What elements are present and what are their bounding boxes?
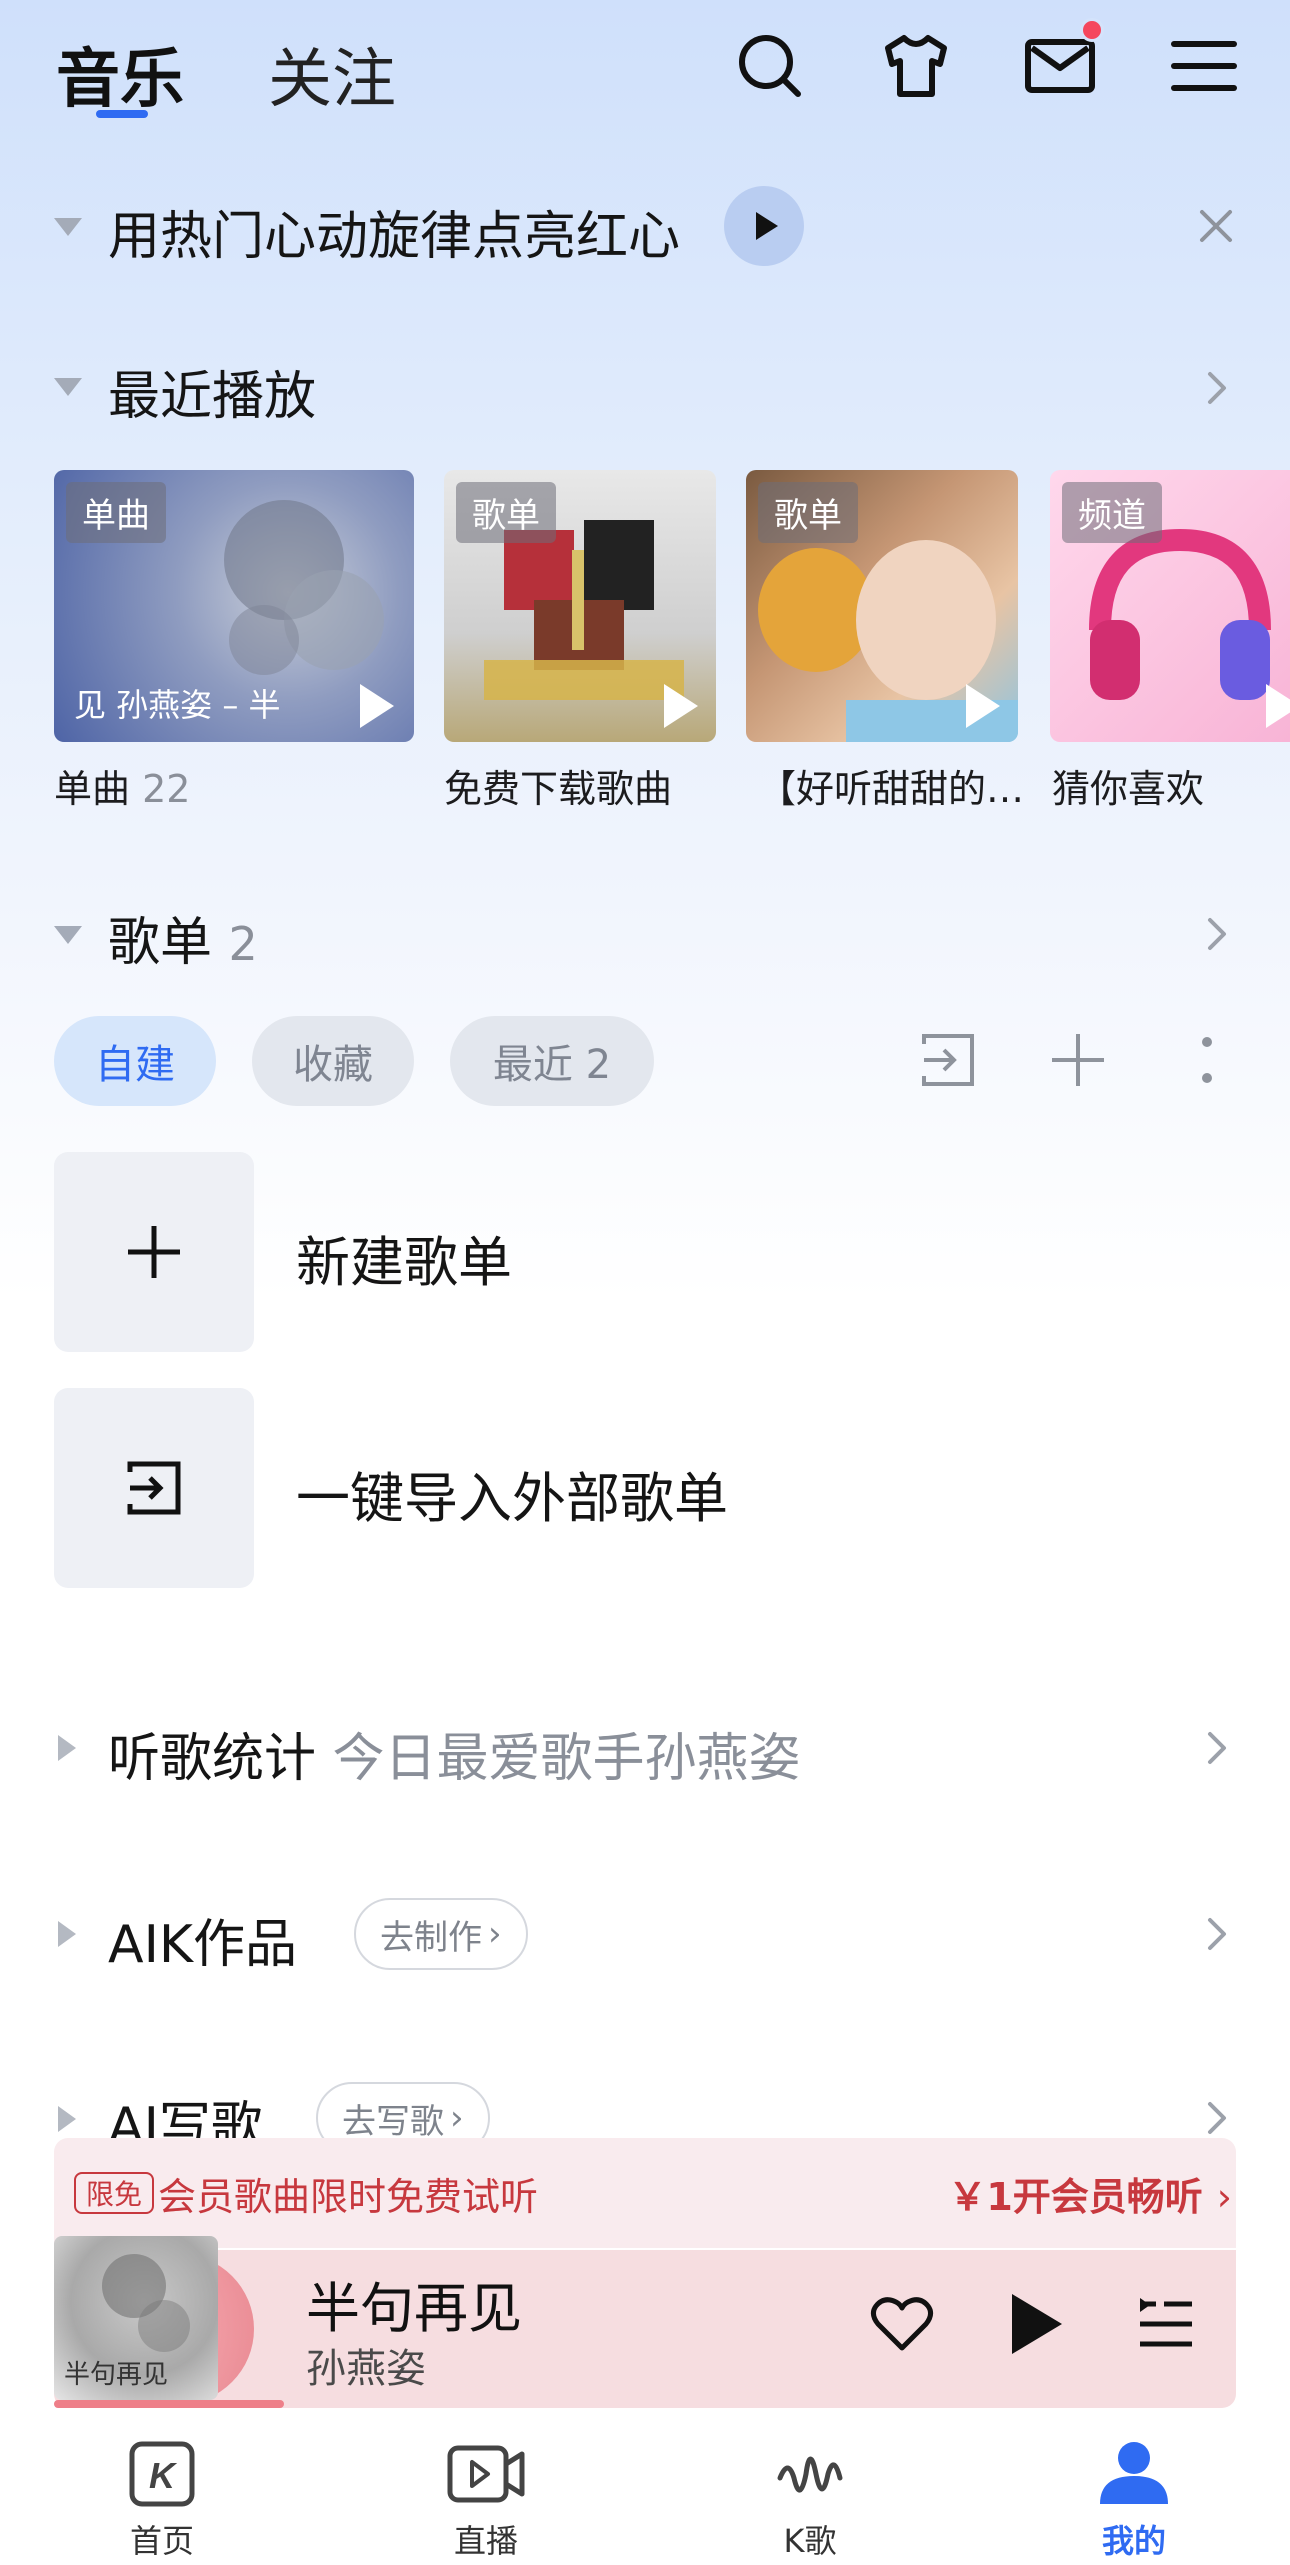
new-playlist-label[interactable]: 新建歌单 [296, 1218, 512, 1297]
import-playlist-thumb[interactable] [54, 1388, 254, 1588]
recent-card-playlist-1[interactable]: 歌单 [444, 470, 716, 742]
nav-live[interactable]: 直播 [406, 2438, 566, 2562]
close-icon[interactable] [1196, 206, 1236, 246]
banner-text[interactable]: 用热门心动旋律点亮红心 [108, 194, 680, 269]
collapse-triangle-icon[interactable] [54, 378, 82, 396]
nav-label: 我的 [1101, 2522, 1166, 2560]
banner-play-button[interactable] [724, 186, 804, 266]
stats-section-title[interactable]: 听歌统计 今日最爱歌手孙燕姿 [108, 1716, 801, 1791]
recent-card-caption: 单曲 22 [54, 767, 191, 811]
play-icon[interactable] [966, 684, 1000, 728]
song-artist[interactable]: 孙燕姿 [306, 2336, 426, 2394]
card-inner-text: 见 孙燕姿 – 半 [74, 686, 281, 724]
playlist-section-title[interactable]: 歌单 2 [108, 900, 258, 975]
card-badge: 频道 [1062, 482, 1162, 543]
expand-triangle-icon[interactable] [58, 1735, 76, 1761]
import-icon[interactable] [918, 1030, 978, 1090]
recent-section-title[interactable]: 最近播放 [108, 354, 316, 429]
nav-mine[interactable]: 我的 [1054, 2438, 1214, 2562]
new-playlist-thumb[interactable] [54, 1152, 254, 1352]
notification-dot [1080, 18, 1104, 42]
home-k-icon: K [129, 2441, 195, 2507]
recent-card-single[interactable]: 单曲 见 孙燕姿 – 半 [54, 470, 414, 742]
expand-triangle-icon[interactable] [58, 1921, 76, 1947]
more-options-icon[interactable] [1192, 1030, 1222, 1090]
chevron-right-icon[interactable] [1196, 914, 1236, 954]
collapse-triangle-icon[interactable] [54, 218, 82, 236]
chip-self-created[interactable]: 自建 [54, 1016, 216, 1106]
search-icon[interactable] [732, 28, 808, 104]
recent-card-playlist-2[interactable]: 歌单 [746, 470, 1018, 742]
active-tab-indicator [96, 110, 148, 118]
plus-icon [128, 1226, 180, 1278]
make-aik-button[interactable]: 去制作 › [354, 1898, 528, 1970]
playback-progress[interactable] [54, 2400, 284, 2408]
play-icon[interactable] [1008, 2292, 1064, 2356]
vip-open-button[interactable]: ￥1开会员畅听 › [948, 2166, 1232, 2221]
vip-promo-text[interactable]: 会员歌曲限时免费试听 [158, 2166, 538, 2221]
tab-music[interactable]: 音乐 [56, 28, 184, 120]
album-cover[interactable]: 半句再见 [54, 2236, 218, 2400]
profile-icon [1100, 2442, 1168, 2504]
chevron-right-icon[interactable] [1196, 2098, 1236, 2138]
skin-shirt-icon[interactable] [878, 28, 954, 104]
aik-section-title[interactable]: AIK作品 [108, 1902, 297, 1977]
nav-home[interactable]: K 首页 [82, 2438, 242, 2562]
play-icon[interactable] [360, 684, 394, 728]
recent-card-channel[interactable]: 频道 [1050, 470, 1290, 742]
heart-icon[interactable] [870, 2294, 934, 2354]
tab-follow[interactable]: 关注 [268, 28, 396, 120]
nav-label: 首页 [129, 2522, 194, 2560]
play-icon[interactable] [664, 684, 698, 728]
chip-favorites[interactable]: 收藏 [252, 1016, 414, 1106]
play-icon[interactable] [1266, 684, 1290, 728]
nav-label: 直播 [453, 2522, 518, 2560]
playlist-queue-icon[interactable] [1136, 2294, 1196, 2354]
chevron-right-icon[interactable] [1196, 1914, 1236, 1954]
live-video-icon [447, 2445, 525, 2503]
menu-icon[interactable] [1166, 28, 1242, 104]
collapse-triangle-icon[interactable] [54, 926, 82, 944]
recent-card-caption: 猜你喜欢 [1052, 767, 1205, 811]
free-trial-tag: 限免 [74, 2172, 155, 2214]
nav-karaoke[interactable]: K歌 [730, 2438, 890, 2562]
nav-label: K歌 [783, 2522, 837, 2560]
add-playlist-icon[interactable] [1048, 1030, 1108, 1090]
chevron-right-icon[interactable] [1196, 368, 1236, 408]
song-title[interactable]: 半句再见 [306, 2264, 522, 2343]
expand-triangle-icon[interactable] [58, 2106, 76, 2132]
card-badge: 歌单 [456, 482, 556, 543]
cover-title-text: 半句再见 [64, 2360, 169, 2390]
card-badge: 单曲 [66, 482, 166, 543]
import-icon [127, 1461, 181, 1515]
chip-recent[interactable]: 最近 2 [450, 1016, 654, 1106]
chevron-right-icon[interactable] [1196, 1728, 1236, 1768]
recent-card-caption: 免费下载歌曲 [444, 767, 673, 811]
karaoke-wave-icon [777, 2456, 843, 2493]
card-badge: 歌单 [758, 482, 858, 543]
album-title-strip [484, 660, 684, 700]
recent-card-caption: 【好听甜甜的… [758, 767, 1025, 811]
svg-text:K: K [149, 2455, 178, 2496]
import-playlist-label[interactable]: 一键导入外部歌单 [296, 1454, 728, 1533]
